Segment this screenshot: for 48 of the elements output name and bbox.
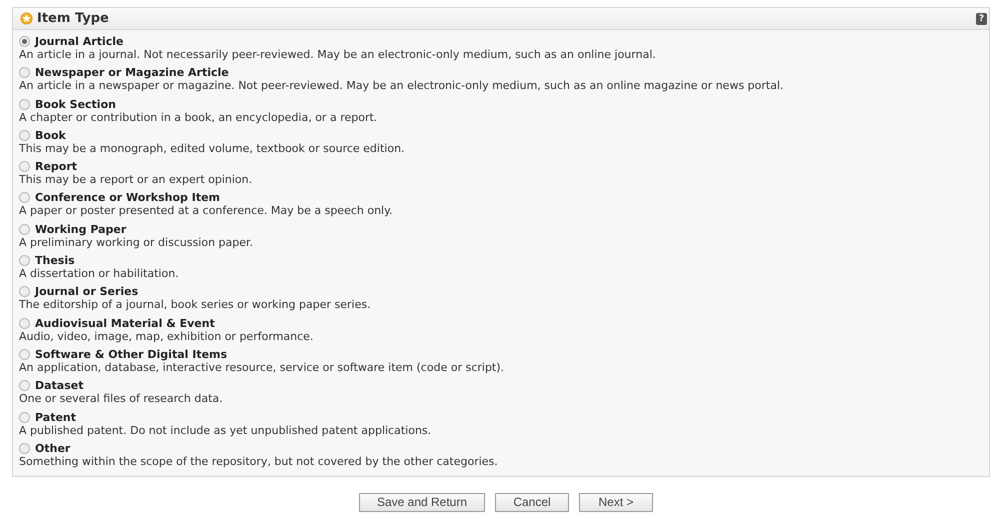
option-description: A published patent. Do not include as yet unpublished patent applications. (19, 424, 432, 437)
option-label[interactable]: Book Section (35, 98, 116, 111)
save-and-return-button[interactable]: Save and Return (358, 492, 486, 512)
option-description: Something within the scope of the repository, but not covered by the other categories. (19, 454, 499, 468)
option-description: An article in a newspaper or magazine. Not peer-reviewed. May be an electronic-only medium, such as an online magazine or news portal. (19, 79, 785, 92)
next-button[interactable]: Next > (579, 492, 654, 512)
option-description: A chapter or contribution in a book, an encyclopedia, or a report. (19, 110, 378, 124)
radio-button[interactable] (19, 224, 30, 235)
option-description: One or several files of research data. (19, 392, 224, 406)
radio-button[interactable] (19, 318, 30, 329)
option-description: A dissertation or habilitation. (19, 267, 180, 280)
option-label[interactable]: Software & Other Digital Items (35, 348, 228, 361)
radio-button[interactable] (19, 36, 30, 47)
radio-button[interactable] (19, 286, 30, 298)
option-label[interactable]: Thesis (35, 254, 75, 268)
option-description: This may be a report or an expert opinion. (19, 173, 254, 186)
option-label[interactable]: Audiovisual Material & Event (35, 316, 215, 330)
option-description: A paper or poster presented at a conference. May be a speech only. (19, 204, 394, 218)
option-label[interactable]: Other (35, 442, 70, 455)
radio-button[interactable] (19, 98, 30, 110)
radio-button[interactable] (19, 255, 30, 266)
option-label[interactable]: Dataset (35, 379, 84, 392)
option-description: An application, database, interactive resource, service or software item (code or script). (19, 360, 506, 374)
option-label[interactable]: Report (35, 160, 78, 174)
help-icon[interactable]: ? (976, 12, 987, 24)
option-description: This may be a monograph, edited volume, textbook or source edition. (19, 142, 406, 155)
option-label[interactable]: Journal or Series (35, 285, 138, 298)
radio-button[interactable] (19, 67, 30, 78)
option-description: The editorship of a journal, book series or working paper series. (19, 298, 372, 312)
option-label[interactable]: Working Paper (35, 222, 126, 236)
radio-button[interactable] (19, 192, 30, 204)
panel-title: Item Type (37, 11, 110, 26)
star-icon (20, 12, 33, 25)
radio-button[interactable] (19, 348, 30, 360)
option-description: An article in a journal. Not necessarily peer-reviewed. May be an electronic-only medium, such as an online journal. (19, 48, 657, 61)
cancel-button[interactable]: Cancel (495, 492, 570, 512)
option-label[interactable]: Book (35, 128, 66, 142)
option-label[interactable]: Conference or Workshop Item (35, 191, 220, 204)
radio-button[interactable] (19, 380, 30, 392)
option-label[interactable]: Patent (35, 410, 76, 424)
radio-button[interactable] (19, 412, 30, 423)
radio-button[interactable] (19, 130, 30, 141)
option-label[interactable]: Newspaper or Magazine Article (35, 66, 229, 80)
radio-button[interactable] (19, 161, 30, 172)
option-description: A preliminary working or discussion paper. (19, 236, 254, 249)
radio-button[interactable] (19, 442, 30, 454)
option-label[interactable]: Journal Article (35, 35, 124, 48)
option-description: Audio, video, image, map, exhibition or performance. (19, 330, 314, 343)
